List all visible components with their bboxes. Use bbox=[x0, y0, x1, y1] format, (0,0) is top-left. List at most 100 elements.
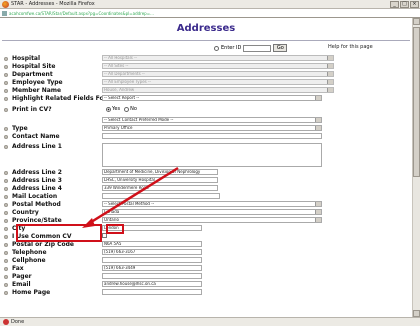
text-field[interactable] bbox=[102, 193, 220, 199]
info-icon[interactable] bbox=[4, 186, 8, 191]
site-icon bbox=[2, 10, 7, 16]
select-field[interactable]: -- All Departments -- bbox=[102, 71, 334, 77]
maximize-button[interactable]: □ bbox=[400, 0, 409, 8]
info-icon[interactable] bbox=[4, 178, 8, 183]
address-bar[interactable]: acahcomfwe.ca/STAR/Star/Default.aspx?pg=… bbox=[0, 9, 420, 18]
field-label: Address Line 3 bbox=[12, 177, 62, 184]
field-label: Province/State bbox=[12, 217, 62, 224]
radio-dot-icon[interactable] bbox=[106, 106, 111, 112]
text-field[interactable] bbox=[102, 273, 202, 279]
scroll-thumb[interactable] bbox=[413, 27, 420, 177]
scroll-up-arrow-icon[interactable] bbox=[413, 18, 420, 25]
text-field[interactable] bbox=[102, 133, 322, 139]
select-field[interactable]: Ontario bbox=[102, 217, 322, 223]
field-label: Member Name bbox=[12, 87, 62, 94]
info-icon[interactable] bbox=[4, 56, 8, 61]
field-label: Address Line 1 bbox=[12, 143, 62, 150]
go-button[interactable]: Go bbox=[273, 44, 288, 52]
window-title: STAR - Addresses - Mozilla Firefox bbox=[11, 1, 95, 7]
text-field[interactable]: (519) 663-3449 bbox=[102, 265, 202, 271]
form-row: Fax bbox=[4, 265, 410, 272]
scroll-down-arrow-icon[interactable] bbox=[413, 310, 420, 317]
form-row: Pager bbox=[4, 273, 410, 280]
field-label: Cellphone bbox=[12, 257, 46, 264]
text-field[interactable]: N6A 5A5 bbox=[102, 241, 202, 247]
field-label: Email bbox=[12, 281, 31, 288]
enter-id-radio[interactable] bbox=[214, 45, 219, 51]
info-icon[interactable] bbox=[4, 258, 8, 263]
info-icon[interactable] bbox=[4, 194, 8, 199]
field-label: Type bbox=[12, 125, 28, 132]
text-field[interactable]: andrew.house@lhsc.on.ca bbox=[102, 281, 202, 287]
info-icon[interactable] bbox=[4, 282, 8, 287]
info-icon[interactable] bbox=[4, 170, 8, 175]
field-label: Hospital bbox=[12, 55, 41, 62]
info-icon[interactable] bbox=[4, 96, 8, 101]
field-label: Country bbox=[12, 209, 39, 216]
info-icon[interactable] bbox=[4, 234, 8, 239]
select-field[interactable]: -- All Hospitals -- bbox=[102, 55, 334, 61]
form-row: Print in CV? bbox=[4, 106, 410, 113]
info-icon[interactable] bbox=[4, 218, 8, 223]
text-field[interactable]: (519) 663-3167 bbox=[102, 249, 202, 255]
form-row: Postal or Zip Code bbox=[4, 241, 410, 248]
info-icon[interactable] bbox=[4, 134, 8, 139]
vertical-scrollbar[interactable] bbox=[412, 18, 420, 317]
info-icon[interactable] bbox=[4, 72, 8, 77]
field-label: Postal Method bbox=[12, 201, 61, 208]
select-field[interactable]: -- All Sites -- bbox=[102, 63, 334, 69]
select-field[interactable]: Canada bbox=[102, 209, 322, 215]
info-icon[interactable] bbox=[4, 64, 8, 69]
info-icon[interactable] bbox=[4, 266, 8, 271]
select-field[interactable]: -- Select Contact Preferred Mode -- bbox=[102, 117, 322, 123]
enter-id-group: Enter ID Go bbox=[214, 44, 288, 52]
text-field[interactable] bbox=[102, 257, 202, 263]
divider bbox=[2, 40, 410, 41]
field-label: Print in CV? bbox=[12, 106, 52, 113]
address-line-1-textarea[interactable] bbox=[102, 143, 322, 167]
field-label: Telephone bbox=[12, 249, 47, 256]
field-label: Hospital Site bbox=[12, 63, 56, 70]
annotation-highlight-box bbox=[16, 224, 102, 242]
page-content: Addresses Enter ID Go Help for this page… bbox=[0, 18, 412, 317]
annotation-highlight-checkbox bbox=[106, 224, 124, 234]
radio-option[interactable]: No bbox=[124, 106, 137, 112]
field-label: Highlight Related Fields For bbox=[12, 95, 107, 102]
radio-option[interactable]: Yes bbox=[106, 106, 120, 112]
info-icon[interactable] bbox=[4, 290, 8, 295]
field-label: Postal or Zip Code bbox=[12, 241, 75, 248]
info-icon[interactable] bbox=[4, 242, 8, 247]
text-field[interactable] bbox=[102, 289, 202, 295]
radio-label: Yes bbox=[112, 106, 121, 112]
text-field[interactable]: Department of Medicine, Division of Neph… bbox=[102, 169, 218, 175]
field-label: Contact Name bbox=[12, 133, 60, 140]
help-link[interactable]: Help for this page bbox=[328, 44, 373, 50]
info-icon[interactable] bbox=[4, 126, 8, 131]
field-label: Employee Type bbox=[12, 79, 63, 86]
status-icon bbox=[3, 319, 9, 325]
text-field[interactable]: LHSC, University Hospital bbox=[102, 177, 218, 183]
info-icon[interactable] bbox=[4, 250, 8, 255]
info-icon[interactable] bbox=[4, 210, 8, 215]
status-bar: Done bbox=[0, 317, 420, 326]
select-field[interactable]: -- Select Report -- bbox=[102, 95, 322, 101]
radio-dot-icon[interactable] bbox=[124, 106, 130, 112]
select-field[interactable]: -- All Employee Types -- bbox=[102, 79, 334, 85]
window-controls: _ □ × bbox=[390, 0, 420, 8]
select-field[interactable]: House, Andrew bbox=[102, 87, 334, 93]
info-icon[interactable] bbox=[4, 80, 8, 85]
info-icon[interactable] bbox=[4, 202, 8, 207]
info-icon[interactable] bbox=[4, 107, 8, 112]
status-text: Done bbox=[11, 319, 25, 325]
text-field[interactable]: 339 Windermere Road bbox=[102, 185, 218, 191]
minimize-button[interactable]: _ bbox=[390, 0, 399, 8]
info-icon[interactable] bbox=[4, 88, 8, 93]
close-button[interactable]: × bbox=[410, 0, 419, 8]
info-icon[interactable] bbox=[4, 226, 8, 231]
select-field[interactable]: Primary Office bbox=[102, 125, 322, 131]
info-icon[interactable] bbox=[4, 144, 8, 149]
info-icon[interactable] bbox=[4, 274, 8, 279]
enter-id-input[interactable] bbox=[243, 44, 272, 52]
url-text[interactable]: acahcomfwe.ca/STAR/Star/Default.aspx?pg=… bbox=[9, 11, 154, 16]
select-field[interactable]: -- Select Postal Method -- bbox=[102, 201, 322, 207]
